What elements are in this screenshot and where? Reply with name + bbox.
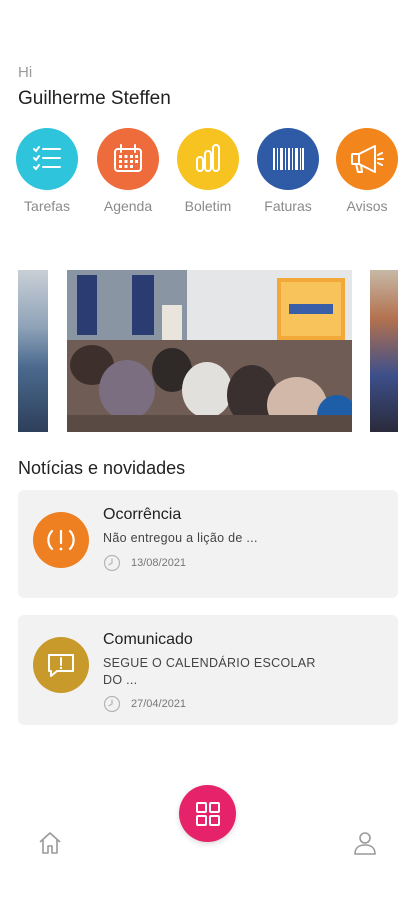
news-card-date-row: 13/08/2021 xyxy=(103,554,186,572)
news-card-description: Não entregou a lição de ... xyxy=(103,531,258,545)
greeting-hi: Hi xyxy=(18,64,33,81)
quick-action-label: Agenda xyxy=(103,198,153,214)
barcode-icon xyxy=(257,128,319,190)
menu-fab-button[interactable] xyxy=(179,785,236,842)
quick-action-label: Faturas xyxy=(264,198,312,214)
quick-action-agenda[interactable]: Agenda xyxy=(88,128,168,214)
carousel-slide-next[interactable] xyxy=(370,270,398,432)
grid-icon xyxy=(195,801,220,826)
classroom-photo xyxy=(18,270,48,432)
quick-action-faturas[interactable]: Faturas xyxy=(248,128,328,214)
classroom-photo xyxy=(370,270,398,432)
news-card[interactable]: Comunicado SEGUE O CALENDÁRIO ESCOLAR DO… xyxy=(18,615,398,725)
quick-actions: Tarefas Agenda Boletim Faturas Avisos xyxy=(0,128,415,218)
photo-carousel[interactable] xyxy=(0,270,415,432)
quick-action-label: Avisos xyxy=(346,198,388,214)
carousel-slide-prev[interactable] xyxy=(18,270,48,432)
clock-icon xyxy=(103,554,121,572)
news-section-title: Notícias e novidades xyxy=(18,458,186,478)
megaphone-icon xyxy=(336,128,398,190)
quick-action-boletim[interactable]: Boletim xyxy=(168,128,248,214)
user-name: Guilherme Steffen xyxy=(18,88,171,109)
checklist-icon xyxy=(16,128,78,190)
bar-chart-icon xyxy=(177,128,239,190)
calendar-icon xyxy=(97,128,159,190)
home-icon xyxy=(39,832,61,854)
news-card-title: Ocorrência xyxy=(103,506,182,523)
profile-icon xyxy=(354,832,376,855)
news-card-date-row: 27/04/2021 xyxy=(103,695,186,713)
alert-icon xyxy=(33,512,89,568)
classroom-photo xyxy=(67,270,352,432)
news-card-date: 27/04/2021 xyxy=(131,698,187,710)
news-card-date: 13/08/2021 xyxy=(131,557,187,569)
quick-action-avisos[interactable]: Avisos xyxy=(327,128,407,214)
news-card-title: Comunicado xyxy=(103,631,193,648)
news-card-description: SEGUE O CALENDÁRIO ESCOLAR DO ... xyxy=(103,656,316,687)
nav-home-button[interactable] xyxy=(37,830,63,861)
quick-action-label: Tarefas xyxy=(24,198,70,214)
quick-action-tarefas[interactable]: Tarefas xyxy=(7,128,87,214)
carousel-slide-current[interactable] xyxy=(67,270,352,432)
nav-profile-button[interactable] xyxy=(352,830,378,861)
quick-action-label: Boletim xyxy=(184,198,232,214)
message-alert-icon xyxy=(33,637,89,693)
clock-icon xyxy=(103,695,121,713)
news-card[interactable]: Ocorrência Não entregou a lição de ... 1… xyxy=(18,490,398,598)
